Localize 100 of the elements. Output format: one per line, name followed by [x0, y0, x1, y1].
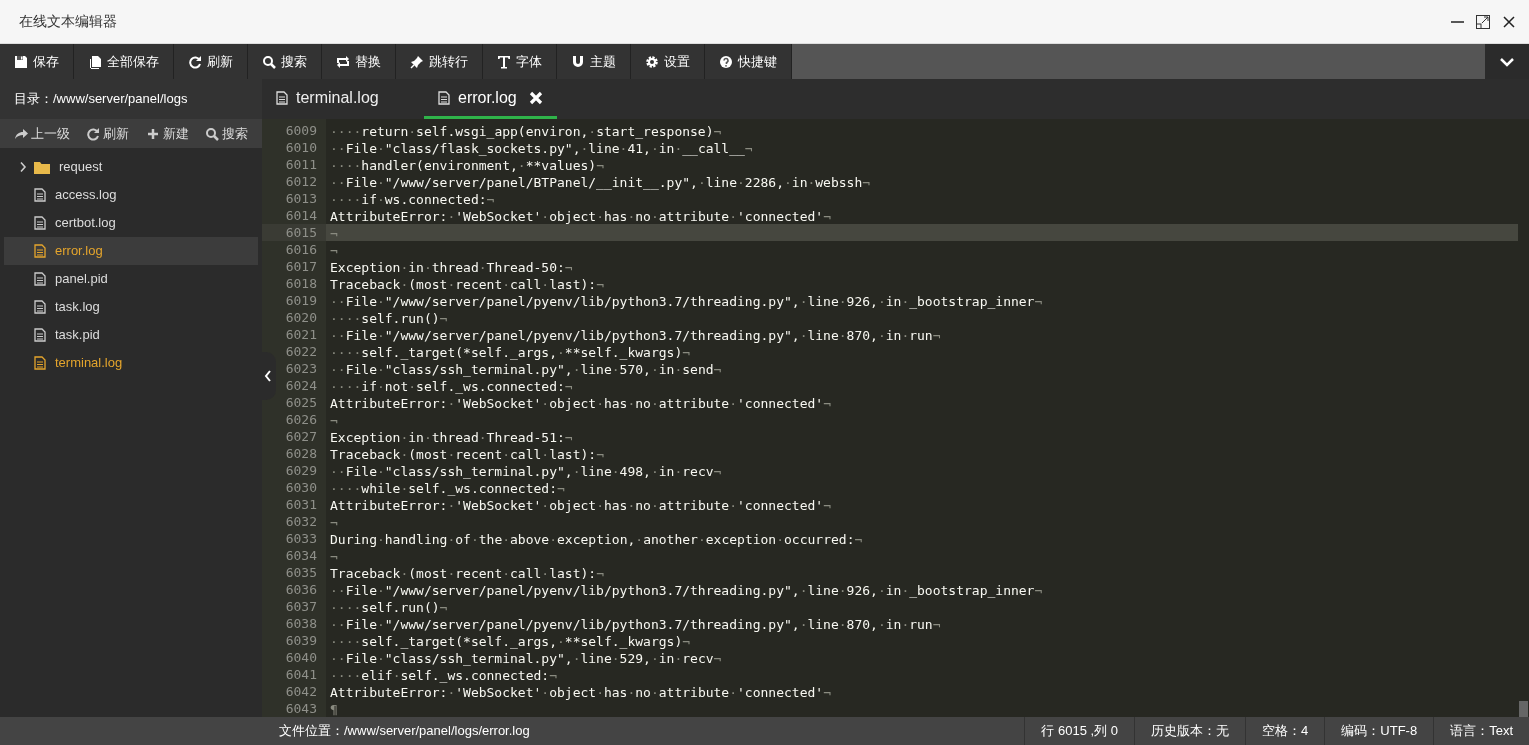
line-number: 6031: [285, 497, 317, 512]
folder-icon: [34, 160, 50, 174]
line-number: 6037: [285, 599, 317, 614]
line-number: 6030: [285, 480, 317, 495]
refresh-icon: [188, 54, 202, 69]
line-number: 6028: [285, 446, 317, 461]
text-height-icon: [497, 54, 511, 69]
toolbar-button[interactable]: 快捷键: [705, 44, 792, 79]
sidebar-action-button[interactable]: 刷新: [86, 123, 130, 144]
code-line: Exception·in·thread·Thread-50:¬: [330, 260, 573, 275]
line-number: 6025: [285, 395, 317, 410]
file-tree-item[interactable]: task.log: [4, 293, 258, 321]
sidebar-action-button[interactable]: 新建: [145, 123, 189, 144]
line-number: 6023: [285, 361, 317, 376]
help-icon: [719, 54, 733, 69]
line-number: 6041: [285, 667, 317, 682]
status-item: 行 6015 ,列 0: [1041, 722, 1119, 741]
code-line: AttributeError:·'WebSocket'·object·has·no·attribute·'connected'¬: [330, 209, 831, 224]
file-tree-item[interactable]: error.log: [4, 237, 258, 265]
code-line: ····elif·self._ws.connected:¬: [330, 668, 557, 683]
line-number: 6009: [285, 123, 317, 138]
line-number: 6036: [285, 582, 317, 597]
line-number: 6017: [285, 259, 317, 274]
code-line: ··File·"/www/server/panel/pyenv/lib/python3.7/threading.py",·line·926,·in·_bootstrap_inner¬: [330, 294, 1043, 309]
line-number: 6035: [285, 565, 317, 580]
file-tree-item[interactable]: task.pid: [4, 321, 258, 349]
code-line: AttributeError:·'WebSocket'·object·has·no·attribute·'connected'¬: [330, 685, 831, 700]
file-location: 文件位置：/www/server/panel/logs/error.log: [279, 722, 530, 741]
toolbar-button[interactable]: 保存: [0, 44, 74, 79]
file-tree-item[interactable]: panel.pid: [4, 265, 258, 293]
code-line: Traceback·(most·recent·call·last):¬: [330, 566, 604, 581]
refresh-icon: [86, 126, 101, 141]
line-number: 6040: [285, 650, 317, 665]
scrollbar-thumb[interactable]: [1519, 701, 1528, 717]
status-item: 语言：Text: [1450, 722, 1513, 741]
line-number: 6026: [285, 412, 317, 427]
line-number: 6033: [285, 531, 317, 546]
code-line: ¬: [330, 226, 338, 241]
chevron-right-icon[interactable]: [18, 161, 28, 173]
code-line: ¬: [330, 243, 338, 258]
toolbar-button[interactable]: 替换: [322, 44, 396, 79]
line-number: 6034: [285, 548, 317, 563]
code-line: ¶: [330, 702, 338, 717]
line-number: 6042: [285, 684, 317, 699]
code-line: Traceback·(most·recent·call·last):¬: [330, 277, 604, 292]
code-line: ··File·"class/ssh_terminal.py",·line·570,·in·send¬: [330, 362, 722, 377]
line-number: 6039: [285, 633, 317, 648]
swap-arrows-icon: [336, 54, 350, 69]
toolbar-button[interactable]: 设置: [631, 44, 705, 79]
close-icon[interactable]: [1501, 13, 1517, 30]
code-line: ··File·"/www/server/panel/pyenv/lib/python3.7/threading.py",·line·870,·in·run¬: [330, 617, 941, 632]
code-line: ··File·"class/flask_sockets.py",·line·41,·in·__call__¬: [330, 141, 753, 156]
status-item: 空格：4: [1262, 722, 1309, 741]
directory-path: 目录：/www/server/panel/logs: [14, 90, 188, 109]
line-number: 6027: [285, 429, 317, 444]
sidebar-action-button[interactable]: 上一级: [14, 123, 70, 144]
line-number: 6016: [285, 242, 317, 257]
document-icon: [34, 244, 46, 258]
file-tree-item[interactable]: request: [4, 153, 258, 181]
code-line: ¬: [330, 413, 338, 428]
file-tree-item[interactable]: terminal.log: [4, 349, 258, 377]
line-number: 6010: [285, 140, 317, 155]
toolbar-button[interactable]: 字体: [483, 44, 557, 79]
save-icon: [14, 54, 28, 69]
toolbar-button[interactable]: 主题: [557, 44, 631, 79]
line-number: 6043: [285, 701, 317, 716]
line-number: 6018: [285, 276, 317, 291]
document-icon: [34, 216, 46, 230]
file-tree-item[interactable]: certbot.log: [4, 209, 258, 237]
line-number: 6032: [285, 514, 317, 529]
toolbar-button[interactable]: 跳转行: [396, 44, 483, 79]
search-icon: [205, 126, 219, 141]
status-item: 历史版本：无: [1151, 722, 1230, 741]
code-line: ¬: [330, 549, 338, 564]
code-line: ····self._target(*self._args,·**self._kwargs)¬: [330, 345, 691, 360]
plus-icon: [145, 126, 160, 141]
toolbar-button[interactable]: 搜索: [248, 44, 322, 79]
files-icon: [88, 54, 102, 69]
close-icon[interactable]: [528, 90, 543, 105]
toolbar-button[interactable]: 全部保存: [74, 44, 174, 79]
chevron-down-icon: [1499, 56, 1515, 67]
code-line: ··File·"/www/server/panel/BTPanel/__init__.py",·line·2286,·in·webssh¬: [330, 175, 871, 190]
collapse-sidebar-handle[interactable]: [262, 352, 276, 400]
document-icon: [34, 300, 46, 314]
line-number: 6015: [285, 225, 317, 240]
maximize-icon[interactable]: [1475, 13, 1491, 30]
file-tree-item[interactable]: access.log: [4, 181, 258, 209]
document-icon: [276, 90, 288, 105]
magnet-icon: [571, 54, 585, 69]
toolbar-button[interactable]: 刷新: [174, 44, 248, 79]
line-number: 6011: [285, 157, 317, 172]
search-icon: [262, 54, 276, 69]
code-line: ··File·"/www/server/panel/pyenv/lib/python3.7/threading.py",·line·926,·in·_bootstrap_inner¬: [330, 583, 1043, 598]
share-arrow-icon: [14, 126, 28, 141]
window-title: 在线文本编辑器: [19, 12, 117, 31]
code-line: Exception·in·thread·Thread-51:¬: [330, 430, 573, 445]
status-item: 编码：UTF-8: [1341, 722, 1418, 741]
code-line: Traceback·(most·recent·call·last):¬: [330, 447, 604, 462]
line-number: 6014: [285, 208, 317, 223]
sidebar-action-button[interactable]: 搜索: [205, 123, 248, 144]
